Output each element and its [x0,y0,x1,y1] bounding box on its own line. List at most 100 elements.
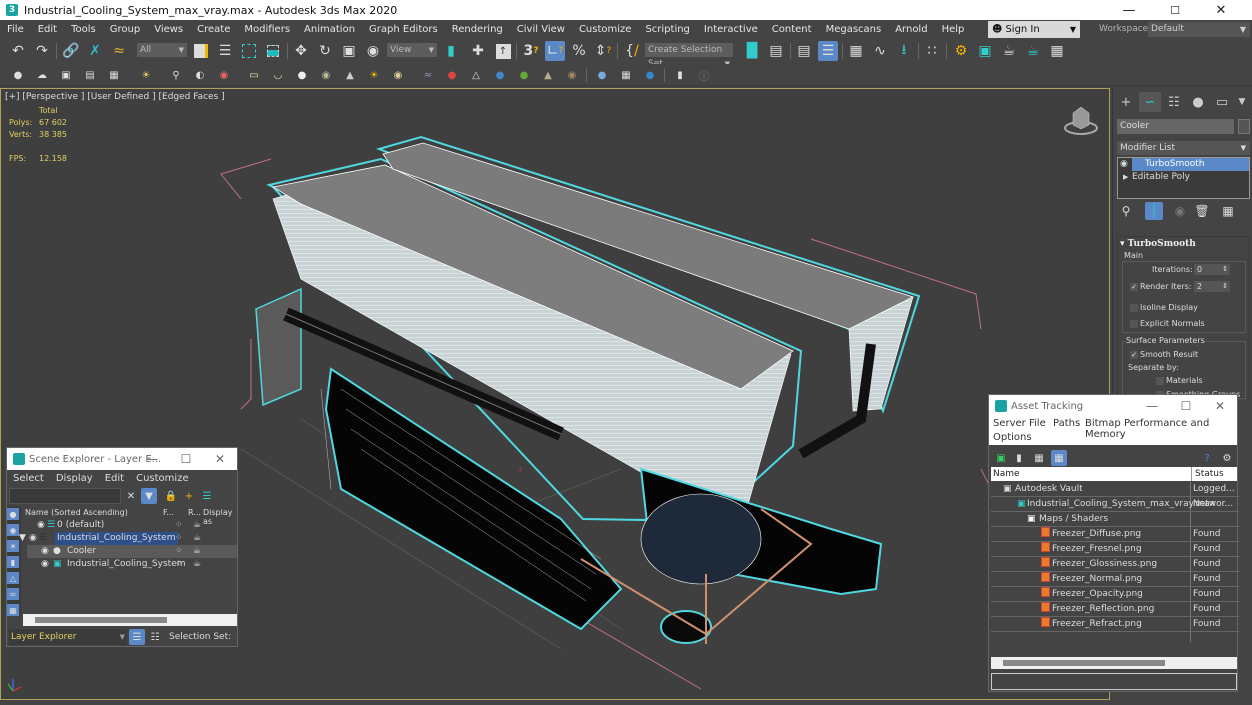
menu-edit[interactable]: Edit [99,473,130,484]
window-crossing-icon[interactable] [263,41,283,61]
menu-modifiers[interactable]: Modifiers [237,24,297,35]
display-helpers-icon[interactable]: △ [7,572,19,584]
close-button[interactable]: ✕ [203,448,237,470]
table-view-icon[interactable]: ▦ [1031,450,1047,466]
menu-options[interactable]: Options [993,432,1032,443]
menu-create[interactable]: Create [190,24,237,35]
rectangular-selection-icon[interactable] [239,41,259,61]
pivot-center-icon[interactable]: ▮ [441,41,461,61]
render-setup-icon[interactable]: ⚙ [951,41,971,61]
display-tab-icon[interactable]: ▭ [1211,92,1233,112]
configure-modifier-sets-icon[interactable]: ▦ [1219,202,1237,220]
vray-decal-icon[interactable]: ▲ [540,67,556,83]
add-layer-icon[interactable]: + [181,488,197,504]
help-icon[interactable]: ⓘ [696,67,712,83]
column-freeze[interactable]: F... [163,508,174,517]
explorer-mode-dropdown[interactable]: Layer Explorer ▼ [9,629,127,645]
half-sphere-icon[interactable]: ◐ [192,67,208,83]
column-status[interactable]: Status [1191,467,1224,481]
asset-row[interactable]: Freezer_Opacity.png Found [991,587,1239,602]
smooth-result-checkbox[interactable]: ✓ [1130,351,1138,359]
scrollbar-thumb[interactable] [35,617,167,623]
material-editor-icon[interactable]: ∷ [922,41,942,61]
display-groups-icon[interactable]: ▦ [7,604,19,616]
pin-stack-icon[interactable]: ⚲ [1117,202,1135,220]
render-teapot-icon[interactable]: ☕ [193,545,201,558]
menu-customize[interactable]: Customize [130,473,195,484]
vray-enmesh-icon[interactable]: ◉ [564,67,580,83]
vray-fur-icon[interactable]: ≈ [420,67,436,83]
explorer-row[interactable]: ◉ ● Cooler ⁘ ☕ [27,545,237,558]
horizontal-scrollbar[interactable] [991,657,1237,669]
vray-bitmap-converter-icon[interactable]: ▮ [672,67,688,83]
modifier-list-dropdown[interactable]: Modifier List ▼ [1117,141,1250,155]
explorer-row[interactable]: ◉ ▣ Industrial_Cooling_System ⁘ ☕ [27,558,237,571]
list-icon[interactable]: ▤ [82,67,98,83]
show-end-result-icon[interactable]: │ [1145,202,1163,220]
eye-icon[interactable]: ◉ [1120,158,1128,171]
visibility-eye-icon[interactable]: ◉ [37,519,45,532]
open-a360-gallery-icon[interactable]: ▦ [1047,41,1067,61]
vray-proxy-icon[interactable]: ● [444,67,460,83]
vray-plane-light-icon[interactable]: ▭ [246,67,262,83]
clear-search-icon[interactable]: ✕ [123,488,139,504]
keyboard-shortcut-override-icon[interactable]: ↑ [493,41,513,61]
menu-customize[interactable]: Customize [572,24,639,35]
filter-icon[interactable]: ▼ [141,488,157,504]
table-icon[interactable]: ▦ [106,67,122,83]
vray-settings-icon[interactable]: ◉ [216,67,232,83]
asset-row[interactable]: ▣ Autodesk Vault Logged... [991,482,1239,497]
column-name[interactable]: Name (Sorted Ascending) [25,508,128,517]
asset-row[interactable]: Freezer_Diffuse.png Found [991,527,1239,542]
image-icon[interactable]: ▣ [58,67,74,83]
vray-volume-grid-icon[interactable]: ● [516,67,532,83]
toggle-ribbon-icon[interactable]: ▦ [846,41,866,61]
materials-checkbox[interactable] [1156,377,1164,385]
maximize-button[interactable]: ☐ [1169,395,1203,417]
asset-row[interactable]: Freezer_Fresnel.png Found [991,542,1239,557]
select-by-name-icon[interactable]: ☰ [215,41,235,61]
display-cameras-icon[interactable]: ▮ [7,556,19,568]
select-and-move-icon[interactable]: ✥ [291,41,311,61]
display-shapes-icon[interactable]: ◉ [7,524,19,536]
maximize-button[interactable]: ☐ [169,448,203,470]
list-view-icon[interactable]: ▦ [1051,450,1067,466]
expand-arrow-icon[interactable]: ▶ [1123,171,1128,184]
spinner-snap-toggle-icon[interactable]: ⇕? [593,41,613,61]
minimize-button[interactable]: — [1135,395,1169,417]
render-in-cloud-icon[interactable]: ☕ [1023,41,1043,61]
undo-icon[interactable]: ↶ [8,41,28,61]
vray-sphere-fade-icon[interactable]: ● [492,67,508,83]
asset-tracking-titlebar[interactable]: Asset Tracking — ☐ ✕ [989,395,1237,417]
vray-material-icon[interactable]: ● [594,67,610,83]
toggle-layer-explorer-icon[interactable]: ☰ [818,41,838,61]
stack-item-editable-poly[interactable]: ▶ Editable Poly [1118,171,1249,184]
explorer-row[interactable]: ◉ ☰ 0 (default) ⁘ ☕ [27,519,237,532]
menu-file[interactable]: File [0,24,31,35]
scrollbar-thumb[interactable] [1003,660,1165,666]
render-teapot-icon[interactable]: ☕ [193,558,201,571]
toggle-scene-explorer-icon[interactable]: ▤ [794,41,814,61]
menu-graph-editors[interactable]: Graph Editors [362,24,445,35]
minimize-button[interactable]: — [1106,0,1152,20]
menu-civil-view[interactable]: Civil View [510,24,572,35]
asset-row[interactable]: Freezer_Refract.png Found [991,617,1239,632]
modify-tab-icon[interactable]: ∽ [1139,92,1161,112]
remove-modifier-icon[interactable]: 🗑 [1193,202,1211,220]
column-name[interactable]: Name [993,467,1020,481]
object-color-swatch[interactable] [1238,119,1250,134]
checkin-icon[interactable]: ▮ [1011,450,1027,466]
visibility-eye-icon[interactable]: ◉ [29,532,37,545]
help-icon[interactable]: ? [1199,450,1215,466]
freeze-icon[interactable]: ⁘ [175,545,183,558]
menu-arnold[interactable]: Arnold [888,24,934,35]
redo-icon[interactable]: ↷ [32,41,52,61]
make-unique-icon[interactable]: ◉ [1171,202,1189,220]
align-icon[interactable]: ▤ [766,41,786,61]
render-iters-checkbox[interactable]: ✓ [1130,283,1138,291]
render-production-icon[interactable]: ☕ [999,41,1019,61]
object-name-field[interactable]: Cooler [1117,119,1234,134]
options-icon[interactable]: ⚙ [1219,450,1235,466]
vault-icon[interactable]: ▣ [993,450,1009,466]
collapse-arrow-icon[interactable]: ▼ [19,532,26,545]
